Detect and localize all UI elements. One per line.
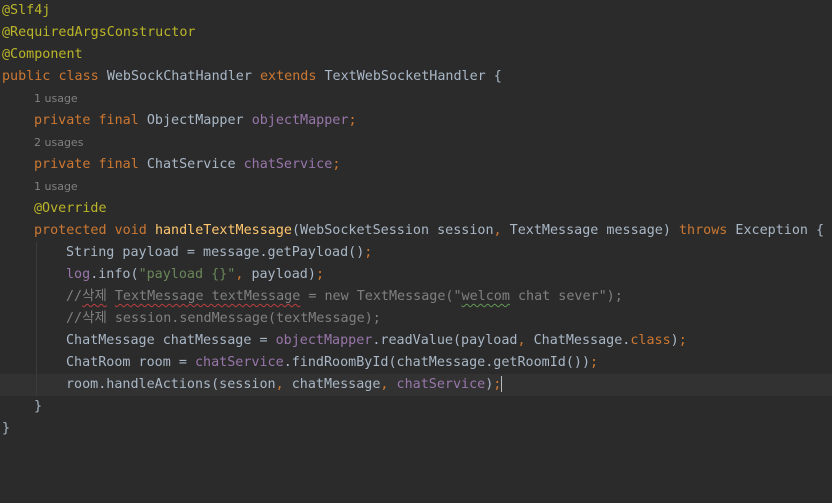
code-token-keyword: , — [380, 377, 397, 392]
code-editor[interactable]: @Slf4j @RequiredArgsConstructor @Component… — [0, 0, 832, 503]
indent-guide — [36, 242, 37, 264]
code-line[interactable]: String payload = message.getPayload(); — [0, 242, 832, 264]
code-token-keyword: , — [275, 377, 292, 392]
code-line[interactable]: public class WebSockChatHandler extends … — [0, 66, 832, 88]
code-token-annotation: @Component — [2, 47, 83, 62]
code-line[interactable]: private final ChatService chatService; — [0, 154, 832, 176]
text-caret — [501, 376, 503, 392]
code-token-default: .findRoomById(chatMessage.getRoomId()) — [283, 355, 591, 370]
code-token-keyword: private — [34, 113, 99, 128]
code-token-keyword: protected — [34, 223, 115, 238]
code-token-keyword: public — [2, 69, 59, 84]
code-token-keyword: ; — [332, 157, 341, 172]
code-token-comment-squiggle-green: welcom — [461, 289, 510, 304]
code-token-field: chatService — [396, 377, 486, 392]
code-token-method_decl: handleTextMessage — [154, 223, 292, 238]
code-line[interactable]: @Component — [0, 44, 832, 66]
code-line[interactable]: //삭제 session.sendMessage(textMessage); — [0, 308, 832, 330]
code-token-field: objectMapper — [275, 333, 373, 348]
code-token-default: ChatMessage chatMessage = — [66, 333, 276, 348]
code-token-keyword: class — [630, 333, 671, 348]
code-token-keyword: , — [517, 333, 534, 348]
code-token-keyword: , — [493, 223, 510, 238]
code-token-default: .readValue(payload — [372, 333, 518, 348]
code-token-keyword: ; — [590, 355, 599, 370]
code-token-default: ) — [670, 333, 679, 348]
code-token-keyword: , — [235, 267, 252, 282]
usage-hint[interactable]: 1 usage — [0, 88, 832, 110]
code-token-keyword: ; — [348, 113, 357, 128]
code-line[interactable]: ChatRoom room = chatService.findRoomById… — [0, 352, 832, 374]
code-line[interactable]: @RequiredArgsConstructor — [0, 22, 832, 44]
code-line[interactable]: } — [0, 418, 832, 440]
indent-guide — [36, 286, 37, 308]
indent-guide — [36, 264, 37, 286]
code-token-keyword: class — [58, 69, 107, 84]
code-token-default: room.handleActions(session — [66, 377, 276, 392]
code-line[interactable]: protected void handleTextMessage(WebSock… — [0, 220, 832, 242]
code-line[interactable]: @Override — [0, 198, 832, 220]
indent-guide — [36, 352, 37, 374]
code-token-comment — [107, 289, 115, 304]
usage-hint[interactable]: 1 usage — [0, 176, 832, 198]
code-token-keyword: throws — [678, 223, 736, 238]
code-token-annotation: @Slf4j — [2, 3, 51, 18]
code-token-keyword: ; — [493, 377, 502, 392]
code-line[interactable]: //삭제 TextMessage textMessage = new TextM… — [0, 286, 832, 308]
code-token-keyword: void — [114, 223, 155, 238]
usage-hint-text[interactable]: 2 usages — [34, 136, 83, 149]
current-code-line[interactable]: room.handleActions(session, chatMessage,… — [0, 374, 832, 396]
code-token-default: } — [34, 399, 43, 414]
code-token-default: ObjectMapper — [146, 113, 252, 128]
indent-guide — [36, 374, 37, 396]
code-token-field: objectMapper — [251, 113, 349, 128]
code-token-comment: chat sever"); — [509, 289, 623, 304]
code-token-comment: = new TextMessage(" — [300, 289, 462, 304]
code-token-default: TextMessage message) — [509, 223, 679, 238]
code-token-annotation: @Override — [34, 201, 107, 216]
code-token-default: .info( — [90, 267, 139, 282]
usage-hint-text[interactable]: 1 usage — [34, 92, 78, 105]
code-token-comment-squiggle: TextMessage textMessage — [114, 289, 301, 304]
code-token-field: log — [66, 267, 91, 282]
code-line[interactable]: ChatMessage chatMessage = objectMapper.r… — [0, 330, 832, 352]
code-token-comment-squiggle: 삭제 — [82, 289, 107, 304]
code-token-default: payload) — [251, 267, 316, 282]
code-token-keyword: final — [98, 157, 147, 172]
code-line[interactable]: private final ObjectMapper objectMapper; — [0, 110, 832, 132]
code-token-default: ChatRoom room = — [66, 355, 195, 370]
usage-hint-text[interactable]: 1 usage — [34, 180, 78, 193]
code-token-default: chatMessage — [291, 377, 381, 392]
code-token-default: TextWebSocketHandler { — [324, 69, 502, 84]
code-token-keyword: ; — [678, 333, 687, 348]
code-token-default: (WebSocketSession session — [292, 223, 494, 238]
indent-guide — [36, 330, 37, 352]
code-token-field: chatService — [243, 157, 333, 172]
usage-hint[interactable]: 2 usages — [0, 132, 832, 154]
code-line[interactable]: } — [0, 396, 832, 418]
indent-guide — [36, 308, 37, 330]
code-token-keyword: final — [98, 113, 147, 128]
code-line[interactable]: log.info("payload {}", payload); — [0, 264, 832, 286]
code-token-default: WebSockChatHandler — [106, 69, 260, 84]
code-token-keyword: ; — [364, 245, 373, 260]
code-token-field: chatService — [195, 355, 284, 370]
code-token-annotation: @RequiredArgsConstructor — [2, 25, 196, 40]
code-token-default: ChatService — [146, 157, 244, 172]
code-token-keyword: ; — [315, 267, 324, 282]
code-token-keyword: extends — [260, 69, 325, 84]
code-token-default: Exception { — [735, 223, 825, 238]
code-token-default: ChatMessage. — [533, 333, 631, 348]
code-token-comment: // — [66, 289, 83, 304]
code-line[interactable]: @Slf4j — [0, 0, 832, 22]
code-token-default: } — [2, 421, 11, 436]
code-token-keyword: private — [34, 157, 99, 172]
code-token-comment: //삭제 session.sendMessage(textMessage); — [66, 311, 381, 326]
code-token-default: String payload = message.getPayload() — [66, 245, 365, 260]
code-token-string: "payload {}" — [138, 267, 236, 282]
